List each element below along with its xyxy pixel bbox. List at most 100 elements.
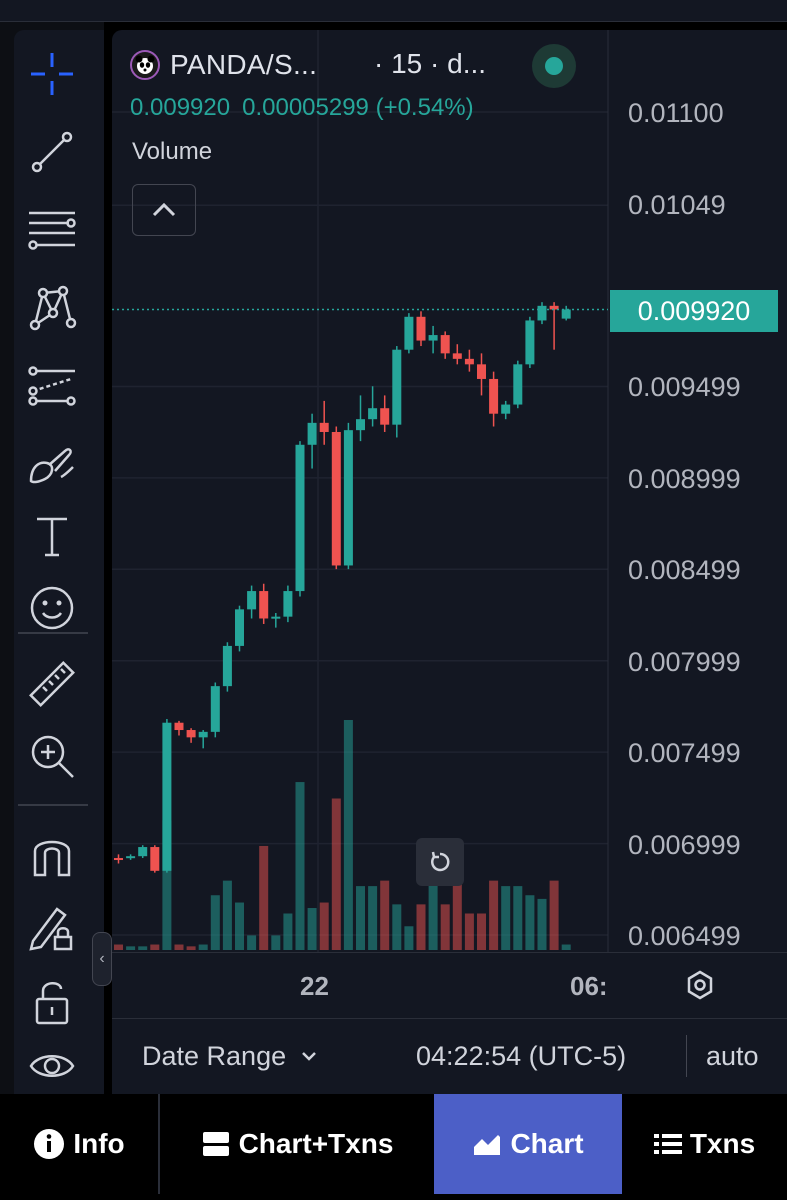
candle-body xyxy=(150,847,160,871)
prediction-icon[interactable] xyxy=(22,356,82,416)
symbol-legend[interactable]: PANDA/S... · 15 · d... xyxy=(130,48,486,82)
volume-bar xyxy=(174,944,184,950)
volume-bar xyxy=(537,898,547,950)
candle-body xyxy=(222,645,232,687)
volume-bar xyxy=(307,908,317,950)
brush-icon[interactable] xyxy=(22,434,82,494)
chart-pane[interactable]: PANDA/S... · 15 · d... 0.009920 0.0000529… xyxy=(112,30,787,1094)
top-status-strip xyxy=(0,0,787,22)
panda-logo-icon xyxy=(130,50,160,80)
time-tick: 22 xyxy=(300,971,329,1001)
date-range-dropdown[interactable]: Date Range xyxy=(142,1041,318,1072)
candle-body xyxy=(404,316,414,350)
tab-chart[interactable]: Chart xyxy=(434,1094,622,1194)
chevron-up-icon xyxy=(152,202,176,217)
text-icon[interactable] xyxy=(22,506,82,566)
zoom-in-icon[interactable] xyxy=(22,726,82,786)
candle-body xyxy=(513,364,523,405)
auto-scale-toggle[interactable]: auto xyxy=(706,1041,759,1072)
price-tick: 0.008499 xyxy=(628,555,741,585)
price-tick: 0.01049 xyxy=(628,190,726,220)
volume-bar xyxy=(319,902,329,950)
volume-bar xyxy=(440,904,450,950)
candle-body xyxy=(561,309,571,319)
legend-collapse-button[interactable] xyxy=(132,184,196,236)
volume-bar xyxy=(331,798,341,950)
candle-body xyxy=(138,847,148,857)
volume-bar xyxy=(368,886,378,950)
volume-bar xyxy=(489,880,499,950)
magnet-icon[interactable] xyxy=(22,824,82,884)
reset-chart-button[interactable] xyxy=(416,838,464,886)
volume-bar xyxy=(561,944,571,950)
price-axis[interactable]: 0.01100 0.01049 0.009499 0.008999 0.0084… xyxy=(608,30,787,952)
candle-body xyxy=(198,731,208,738)
candle-body xyxy=(331,431,341,566)
volume-bar xyxy=(198,944,208,950)
fib-retracement-icon[interactable] xyxy=(22,200,82,260)
volume-bar xyxy=(404,926,414,950)
legend-change: 0.00005299 (+0.54%) xyxy=(242,94,474,121)
trend-line-icon[interactable] xyxy=(22,122,82,182)
chevron-down-icon xyxy=(300,1046,318,1067)
symbol-name[interactable]: PANDA/S... xyxy=(170,49,317,81)
lock-drawing-icon[interactable] xyxy=(22,898,82,958)
timezone-clock[interactable]: 04:22:54 (UTC-5) xyxy=(416,1041,626,1072)
crosshair-icon[interactable] xyxy=(22,44,82,104)
volume-bar xyxy=(271,935,281,950)
time-tick: 06: xyxy=(570,971,608,1001)
volume-bar xyxy=(210,895,220,950)
pattern-icon[interactable] xyxy=(22,278,82,338)
toolbar-separator xyxy=(18,632,88,634)
interval-label[interactable]: · 15 · d... xyxy=(374,48,486,80)
chart-settings-button[interactable] xyxy=(680,965,720,1005)
candle-body xyxy=(537,305,547,321)
volume-study-label[interactable]: Volume xyxy=(132,138,212,166)
candle-body xyxy=(283,591,293,617)
ruler-icon[interactable] xyxy=(22,654,82,714)
candle-body xyxy=(428,335,438,341)
volume-bar xyxy=(283,913,293,950)
area-chart-icon xyxy=(472,1131,502,1157)
market-status-indicator[interactable] xyxy=(532,44,576,88)
volume-bar xyxy=(259,845,269,950)
candle-body xyxy=(235,609,244,646)
candle-body xyxy=(319,422,329,432)
volume-bar xyxy=(235,902,244,950)
tab-info[interactable]: Info xyxy=(0,1094,158,1194)
eye-icon[interactable] xyxy=(22,1036,82,1096)
candle-body xyxy=(259,591,269,619)
candle-body xyxy=(210,686,220,732)
volume-bar xyxy=(380,880,390,950)
tab-label: Chart xyxy=(510,1128,584,1159)
volume-bar xyxy=(150,944,160,950)
candle-body xyxy=(186,730,196,738)
last-price-badge: 0.009920 xyxy=(610,290,778,332)
tab-txns[interactable]: Txns xyxy=(622,1094,787,1194)
volume-bar xyxy=(392,904,402,950)
volume-bar xyxy=(501,886,511,950)
tab-label: Info xyxy=(73,1128,125,1159)
list-icon xyxy=(653,1132,682,1156)
status-dot-icon xyxy=(545,57,563,75)
volume-bar xyxy=(477,913,486,950)
emoji-icon[interactable] xyxy=(22,578,82,638)
candle-body xyxy=(174,722,184,731)
time-axis[interactable]: 22 06: xyxy=(112,952,787,1018)
volume-bar xyxy=(295,782,305,950)
candle-body xyxy=(440,335,450,354)
candle-body xyxy=(271,616,281,619)
candle-body xyxy=(368,408,378,420)
volume-bar xyxy=(525,895,535,950)
volume-bar xyxy=(549,880,559,950)
tab-chart-txns[interactable]: Chart+Txns xyxy=(160,1094,434,1194)
volume-bar xyxy=(356,886,365,950)
toolbar-collapse-handle[interactable]: ‹ xyxy=(92,932,112,986)
price-tick: 0.006499 xyxy=(628,921,741,951)
price-tick: 0.009499 xyxy=(628,372,741,402)
candle-body xyxy=(162,722,172,871)
lock-icon[interactable] xyxy=(22,972,82,1032)
reset-icon xyxy=(431,851,450,872)
volume-bar xyxy=(513,886,523,950)
tab-label: Chart+Txns xyxy=(238,1128,394,1159)
